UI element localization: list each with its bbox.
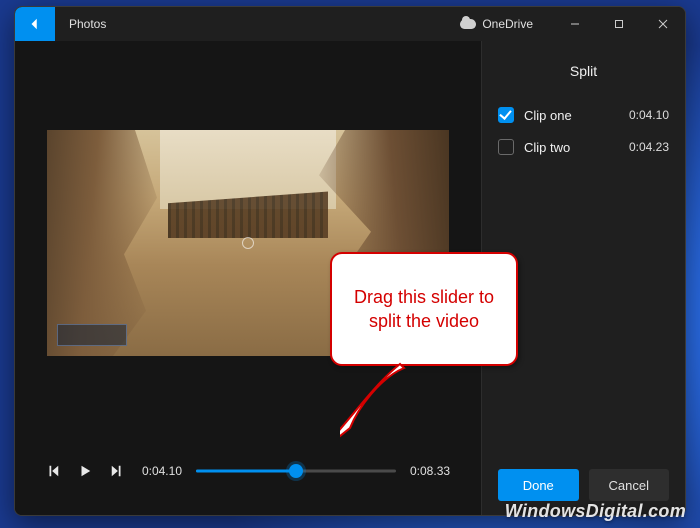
video-preview-area [15,41,481,445]
cancel-button[interactable]: Cancel [589,469,670,501]
scene-hud-left [57,324,127,346]
watermark-text: WindowsDigital.com [505,501,686,521]
clip-1-label: Clip one [524,108,572,123]
split-panel-buttons: Done Cancel [498,459,669,501]
play-icon [78,464,92,478]
cancel-button-label: Cancel [609,478,649,493]
onedrive-label: OneDrive [482,17,533,31]
minimize-button[interactable] [553,7,597,41]
maximize-button[interactable] [597,7,641,41]
scene-cliff-left [47,130,157,356]
current-time: 0:04.10 [138,464,186,478]
window-controls [553,7,685,41]
onedrive-status[interactable]: OneDrive [460,7,553,41]
close-icon [658,19,668,29]
clip-row-2[interactable]: Clip two 0:04.23 [498,131,669,163]
player-controls: 0:04.10 0:08.33 [15,445,481,515]
clip-2-time: 0:04.23 [629,140,669,154]
clip-1-time: 0:04.10 [629,108,669,122]
clip-1-checkbox[interactable] [498,107,514,123]
next-frame-button[interactable] [106,460,128,482]
cloud-icon [460,19,476,29]
play-button[interactable] [74,460,96,482]
done-button[interactable]: Done [498,469,579,501]
annotation-text: Drag this slider to split the video [344,285,504,334]
slider-fill [196,470,296,473]
minimize-icon [570,19,580,29]
clip-row-1[interactable]: Clip one 0:04.10 [498,99,669,131]
watermark: WindowsDigital.com [505,501,686,522]
step-forward-icon [110,464,124,478]
titlebar-drag-area[interactable] [120,7,460,41]
maximize-icon [614,19,624,29]
split-panel-title: Split [498,55,669,99]
titlebar: Photos OneDrive [15,7,685,41]
back-button[interactable] [15,7,55,41]
annotation-callout: Drag this slider to split the video [330,252,518,366]
arrow-left-icon [28,17,42,31]
slider-thumb[interactable] [289,464,303,478]
scene-crosshair [242,237,254,249]
close-button[interactable] [641,7,685,41]
step-back-icon [46,464,60,478]
clip-2-label: Clip two [524,140,570,155]
clip-2-checkbox[interactable] [498,139,514,155]
total-time: 0:08.33 [406,464,454,478]
prev-frame-button[interactable] [42,460,64,482]
done-button-label: Done [523,478,554,493]
app-title: Photos [55,7,120,41]
